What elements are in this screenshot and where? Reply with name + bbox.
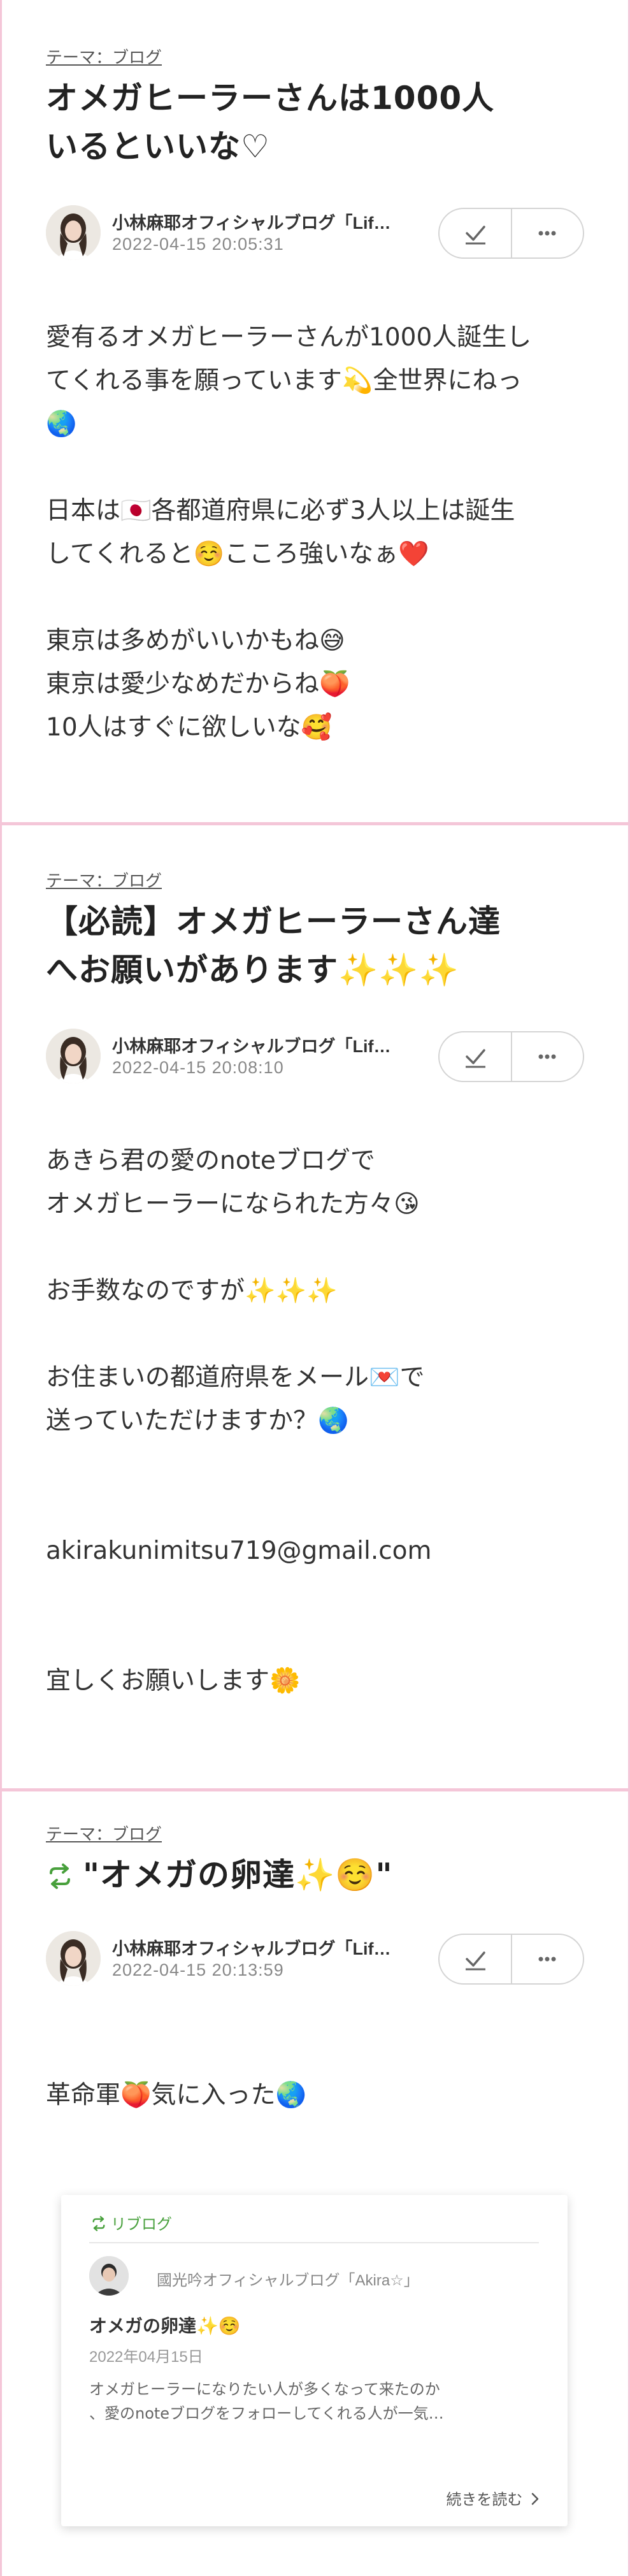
author-name[interactable]: 小林麻耶オフィシャルブログ「Lif… xyxy=(112,1935,390,1960)
body-line xyxy=(46,1313,584,1356)
post-title-line: "オメガの卵達✨☺️" xyxy=(83,1856,393,1893)
body-line: てくれる事を願っています💫全世界にねっ xyxy=(46,366,522,395)
divider xyxy=(89,2242,539,2243)
post-actions xyxy=(438,1934,584,1985)
body-line: お住まいの都道府県をメール💌で xyxy=(46,1363,425,1392)
post-actions xyxy=(438,208,584,259)
more-dots-icon xyxy=(538,1054,556,1059)
reblog-date: 2022年04月15日 xyxy=(89,2348,203,2366)
section-divider xyxy=(0,1788,630,1791)
reblog-header: リブログ xyxy=(90,2211,172,2236)
author-avatar[interactable] xyxy=(46,1029,101,1083)
more-dots-icon xyxy=(538,231,556,236)
reblog-blog-name: 國光吟オフィシャルブログ「Akira☆」 xyxy=(157,2272,419,2289)
theme-link[interactable]: テーマ：ブログ xyxy=(46,868,162,892)
post-title-line: オメガヒーラーさんは1000人 xyxy=(46,80,495,117)
check-icon xyxy=(466,1951,485,1971)
body-line: 愛有るオメガヒーラーさんが1000人誕生し xyxy=(46,323,532,352)
post-title[interactable]: オメガヒーラーさんは1000人 いるといいな♡ xyxy=(46,74,584,171)
author-row: 小林麻耶オフィシャルブログ「Lif… 2022-04-15 20:08:10 xyxy=(46,1027,584,1086)
body-line: 革命軍🍑気に入った🌏 xyxy=(46,2081,307,2109)
reblog-icon xyxy=(46,1862,74,1893)
check-button[interactable] xyxy=(440,209,511,257)
author-avatar[interactable] xyxy=(46,205,101,260)
excerpt-line: 、愛のnoteブログをフォローしてくれる人が一気… xyxy=(89,2405,444,2422)
theme-link[interactable]: テーマ：ブログ xyxy=(46,45,162,68)
author-name[interactable]: 小林麻耶オフィシャルブログ「Lif… xyxy=(112,1032,390,1057)
reblog-icon xyxy=(90,2215,107,2236)
post-body: あきら君の愛のnoteブログで オメガヒーラーになられた方々😘 お手数なのですが… xyxy=(46,1140,584,1703)
reblog-card[interactable]: リブログ 國光吟オフィシャルブログ「Akira☆」 オメガの卵達✨☺️ 2022… xyxy=(61,2195,568,2526)
reblog-title: オメガの卵達✨☺️ xyxy=(89,2315,241,2336)
reblog-avatar xyxy=(89,2256,129,2296)
body-line: 日本は🇯🇵各都道府県に必ず3人以上は誕生 xyxy=(46,496,515,525)
excerpt-line: オメガヒーラーになりたい人が多くなって来たのか xyxy=(89,2380,440,2398)
body-line: お手数なのですが✨✨✨ xyxy=(46,1277,338,1305)
body-line: 🌏 xyxy=(46,410,77,438)
post-title-line: へお願いがあります✨✨✨ xyxy=(46,952,459,988)
body-line: 東京は多めがいいかもね😅 xyxy=(46,626,345,655)
body-line xyxy=(46,1616,584,1660)
more-button[interactable] xyxy=(512,209,583,257)
post-title[interactable]: 【必読】オメガヒーラーさん達 へお願いがあります✨✨✨ xyxy=(46,897,584,994)
reblog-excerpt: オメガヒーラーになりたい人が多くなって来たのか 、愛のnoteブログをフォローし… xyxy=(89,2377,539,2426)
read-more-link[interactable]: 続きを読む xyxy=(446,2487,540,2510)
body-line xyxy=(46,1226,584,1270)
check-icon xyxy=(466,226,485,245)
body-line: 送っていただけますか？🌏 xyxy=(46,1407,349,1435)
more-button[interactable] xyxy=(512,1935,583,1983)
body-line: 10人はすぐに欲しいな🥰 xyxy=(46,713,333,742)
more-button[interactable] xyxy=(512,1032,583,1081)
body-line xyxy=(46,446,584,489)
body-line: 東京は愛少なめだからね🍑 xyxy=(46,670,350,698)
author-row: 小林麻耶オフィシャルブログ「Lif… 2022-04-15 20:05:31 xyxy=(46,204,584,263)
theme-link[interactable]: テーマ：ブログ xyxy=(46,1821,162,1845)
post-body: 革命軍🍑気に入った🌏 xyxy=(46,2074,584,2117)
post-body: 愛有るオメガヒーラーさんが1000人誕生し てくれる事を願っています💫全世界にね… xyxy=(46,316,584,749)
check-button[interactable] xyxy=(440,1935,511,1983)
body-line xyxy=(46,1573,584,1616)
post-title-line: いるといいな♡ xyxy=(46,128,270,165)
check-button[interactable] xyxy=(440,1032,511,1081)
reblog-label: リブログ xyxy=(111,2216,172,2233)
more-dots-icon xyxy=(538,1957,556,1962)
author-name[interactable]: 小林麻耶オフィシャルブログ「Lif… xyxy=(112,209,390,234)
body-line xyxy=(46,1486,584,1530)
check-icon xyxy=(466,1049,485,1068)
read-more-label: 続きを読む xyxy=(446,2491,523,2508)
author-avatar[interactable] xyxy=(46,1931,101,1986)
body-line: 宜しくお願いします🌼 xyxy=(46,1667,301,1695)
post-date: 2022-04-15 20:05:31 xyxy=(112,235,284,254)
body-line xyxy=(46,1443,584,1486)
body-line: あきら君の愛のnoteブログで xyxy=(46,1147,375,1175)
section-divider xyxy=(0,822,630,825)
body-line xyxy=(46,576,584,619)
body-line: してくれると☺️こころ強いなぁ❤️ xyxy=(46,540,429,568)
author-row: 小林麻耶オフィシャルブログ「Lif… 2022-04-15 20:13:59 xyxy=(46,1930,584,1988)
post-title[interactable]: "オメガの卵達✨☺️" xyxy=(46,1851,584,1899)
post-actions xyxy=(438,1031,584,1082)
email-link[interactable]: akirakunimitsu719@gmail.com xyxy=(46,1530,584,1573)
body-line: オメガヒーラーになられた方々😘 xyxy=(46,1190,420,1219)
post-title-line: 【必読】オメガヒーラーさん達 xyxy=(46,903,501,940)
post-date: 2022-04-15 20:13:59 xyxy=(112,1960,284,1979)
chevron-right-icon xyxy=(531,2492,540,2510)
post-date: 2022-04-15 20:08:10 xyxy=(112,1058,284,1077)
